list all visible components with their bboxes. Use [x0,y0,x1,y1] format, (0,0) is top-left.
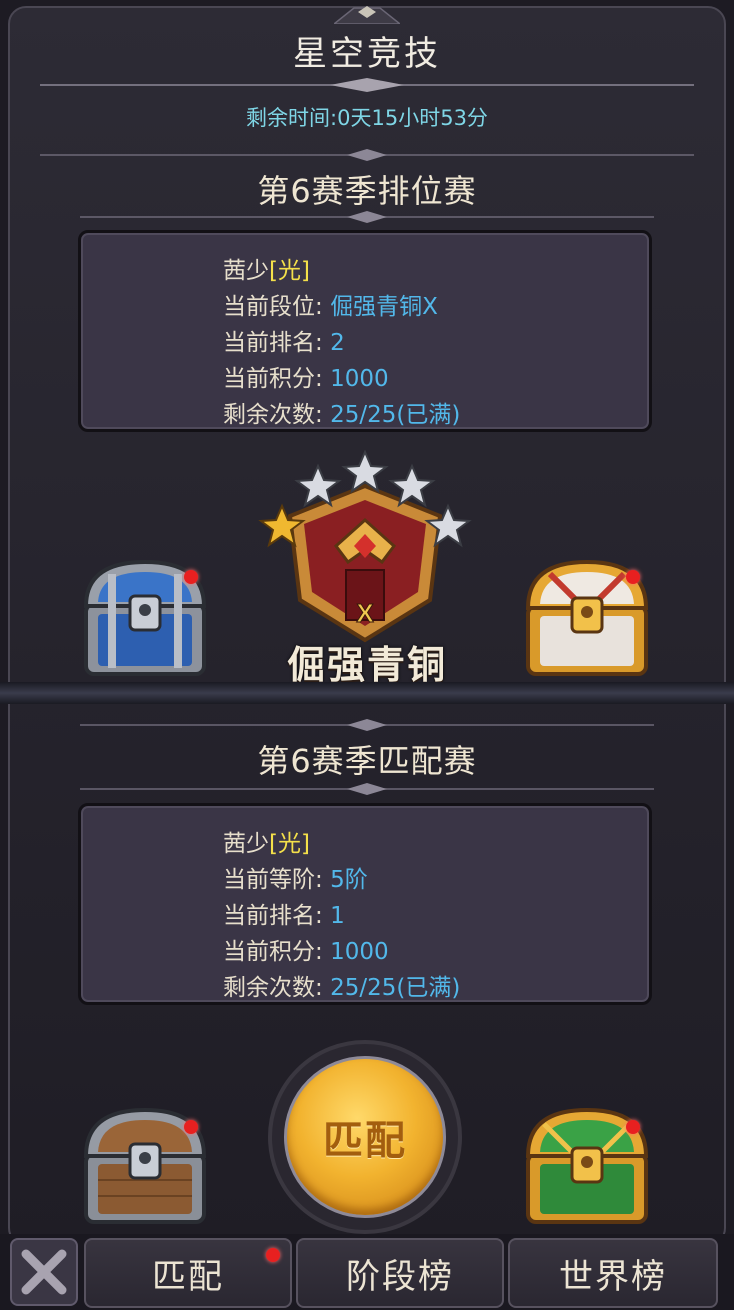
gold-chest-notification-dot [626,570,640,584]
player-tag: [光] [269,831,310,857]
tab-match-notification-dot [266,1248,280,1262]
tab-stage-ranking[interactable]: 阶段榜 [296,1238,504,1308]
player-tag: [光] [269,258,310,284]
attempts-value: 25/25(已满) [330,975,461,1001]
tab-world-ranking[interactable]: 世界榜 [508,1238,718,1308]
ranked-info-panel: 茜少[光] 当前段位: 倔强青铜X 当前排名: 2 当前积分: 1000 剩余次… [78,230,652,432]
ranked-rank-row: 当前段位: 倔强青铜X [223,287,438,321]
score-value: 1000 [330,366,389,392]
position-label: 当前排名: [223,903,323,929]
match-tier-row: 当前等阶: 5阶 [223,860,368,894]
ranked-title-divider [80,211,654,223]
remaining-time: 剩余时间:0天15小时53分 [246,106,488,130]
tab-match[interactable]: 匹配 [84,1238,292,1308]
close-button[interactable] [10,1238,78,1306]
position-label: 当前排名: [223,330,323,356]
tab-stage-ranking-label: 阶段榜 [346,1256,454,1297]
match-position-row: 当前排名: 1 [223,896,345,930]
match-score-row: 当前积分: 1000 [223,932,389,966]
rank-label: 当前段位: [223,294,323,320]
position-value: 1 [330,903,345,929]
bronze-rank-emblem-icon: X [258,450,472,643]
match-info-panel: 茜少[光] 当前等阶: 5阶 当前排名: 1 当前积分: 1000 剩余次数: … [78,803,652,1005]
position-value: 2 [330,330,345,356]
tier-label: 当前等阶: [223,867,323,893]
match-title-divider [80,783,654,795]
rank-numeral: X [356,598,374,628]
match-button[interactable]: 匹配 [284,1056,446,1218]
score-value: 1000 [330,939,389,965]
tab-match-label: 匹配 [152,1256,224,1297]
ranked-season-title: 第6赛季排位赛 [257,172,477,210]
ranked-attempts-row: 剩余次数: 25/25(已满) [223,395,460,429]
player-name: 茜少 [223,258,269,284]
match-title-divider-top [80,719,654,731]
match-player-row: 茜少[光] [223,824,310,858]
tab-world-ranking-label: 世界榜 [559,1256,667,1297]
attempts-label: 剩余次数: [223,402,323,428]
attempts-value: 25/25(已满) [330,402,461,428]
score-label: 当前积分: [223,939,323,965]
green-chest-notification-dot [626,1120,640,1134]
wooden-chest-notification-dot [184,1120,198,1134]
top-ornament-icon [334,6,400,24]
player-name: 茜少 [223,831,269,857]
tier-value: 5阶 [330,867,368,893]
section-separator [0,682,734,704]
silver-chest-notification-dot [184,570,198,584]
match-attempts-row: 剩余次数: 25/25(已满) [223,968,460,1002]
rank-value: 倔强青铜X [330,294,438,320]
ranked-player-row: 茜少[光] [223,251,310,285]
score-label: 当前积分: [223,366,323,392]
section-divider-top [40,149,694,161]
title-divider [40,78,694,92]
page-title: 星空竞技 [293,34,441,74]
close-x-icon [21,1249,67,1295]
match-season-title: 第6赛季匹配赛 [257,742,477,780]
attempts-label: 剩余次数: [223,975,323,1001]
ranked-position-row: 当前排名: 2 [223,323,345,357]
ranked-score-row: 当前积分: 1000 [223,359,389,393]
